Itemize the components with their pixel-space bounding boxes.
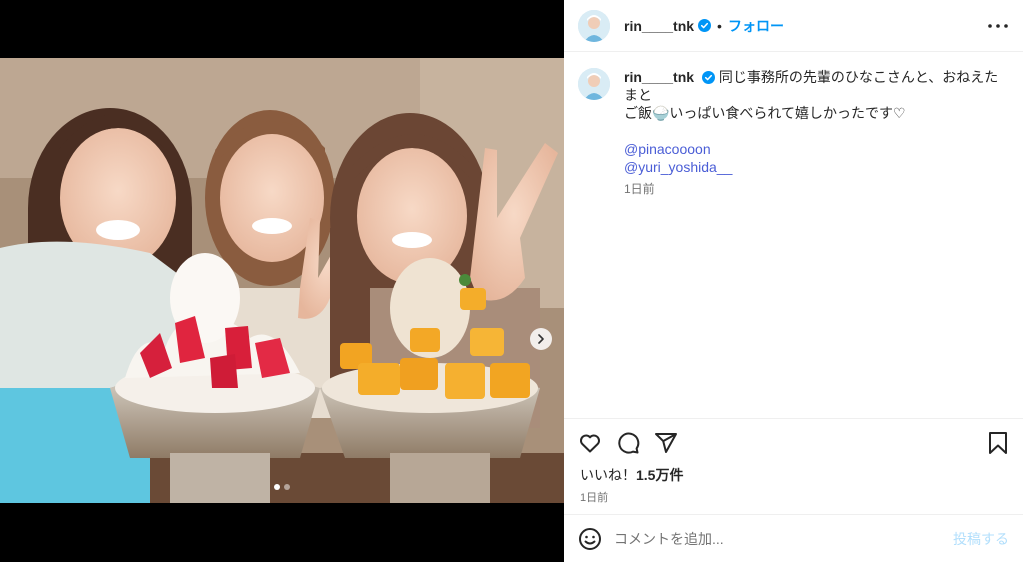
comment-button[interactable]: [616, 431, 640, 455]
post-media-area: [0, 0, 564, 562]
caption-author-avatar[interactable]: [578, 68, 610, 100]
carousel-next-button[interactable]: [530, 328, 552, 350]
more-horizontal-icon: [988, 23, 1008, 28]
more-options-button[interactable]: [987, 23, 1009, 29]
emoji-button[interactable]: [578, 527, 602, 551]
paper-plane-icon: [655, 433, 677, 453]
like-button[interactable]: [578, 431, 602, 455]
caption-timestamp: 1日前: [624, 182, 655, 196]
mention-link-pinacoooon[interactable]: @pinacoooon: [624, 140, 1004, 158]
photo-illustration: [0, 58, 564, 503]
verified-badge-icon: [698, 19, 712, 32]
likes-count[interactable]: いいね！1.5万件: [564, 461, 1023, 485]
caption-body: rin____tnk 同じ事務所の先輩のひなこさんと、おねえたまと ご飯🍚いっぱ…: [624, 68, 1004, 198]
post-caption: rin____tnk 同じ事務所の先輩のひなこさんと、おねえたまと ご飯🍚いっぱ…: [564, 52, 1023, 198]
bookmark-icon: [989, 432, 1007, 454]
save-button[interactable]: [987, 431, 1009, 455]
post-comment-button[interactable]: 投稿する: [953, 529, 1009, 549]
avatar-image: [578, 9, 610, 42]
post-photo[interactable]: [0, 58, 564, 503]
action-bar: [564, 419, 1023, 461]
post-details-panel: rin____tnk • フォロー rin____tnk 同じ事務所の先輩のひな…: [564, 0, 1023, 562]
post-actions-section: いいね！1.5万件 1日前: [564, 418, 1023, 505]
caption-username[interactable]: rin____tnk: [624, 69, 694, 85]
likes-label: いいね！: [580, 467, 636, 483]
caption-text-line2: ご飯🍚いっぱい食べられて嬉しかったです♡: [624, 105, 906, 121]
carousel-dot: [284, 484, 290, 490]
caption-mentions: @pinacoooon @yuri_yoshida__: [624, 140, 1004, 176]
likes-value: 1.5万件: [636, 467, 684, 483]
comment-icon: [618, 432, 640, 454]
follow-button[interactable]: フォロー: [728, 16, 784, 36]
mention-link-yuri-yoshida[interactable]: @yuri_yoshida__: [624, 158, 1004, 176]
comment-input[interactable]: [614, 530, 953, 547]
author-username[interactable]: rin____tnk: [624, 18, 694, 34]
post-date: 1日前: [580, 492, 609, 504]
emoji-icon: [579, 527, 601, 550]
author-avatar[interactable]: [578, 9, 610, 42]
header-separator: •: [717, 17, 722, 34]
carousel-indicator: [0, 484, 564, 490]
chevron-right-icon: [538, 334, 544, 344]
post-header: rin____tnk • フォロー: [564, 0, 1023, 52]
avatar-image: [578, 68, 610, 100]
heart-icon: [580, 434, 600, 453]
carousel-dot-active: [274, 484, 280, 490]
add-comment-bar: 投稿する: [564, 514, 1023, 562]
verified-badge-icon: [701, 71, 715, 84]
share-button[interactable]: [654, 431, 678, 455]
